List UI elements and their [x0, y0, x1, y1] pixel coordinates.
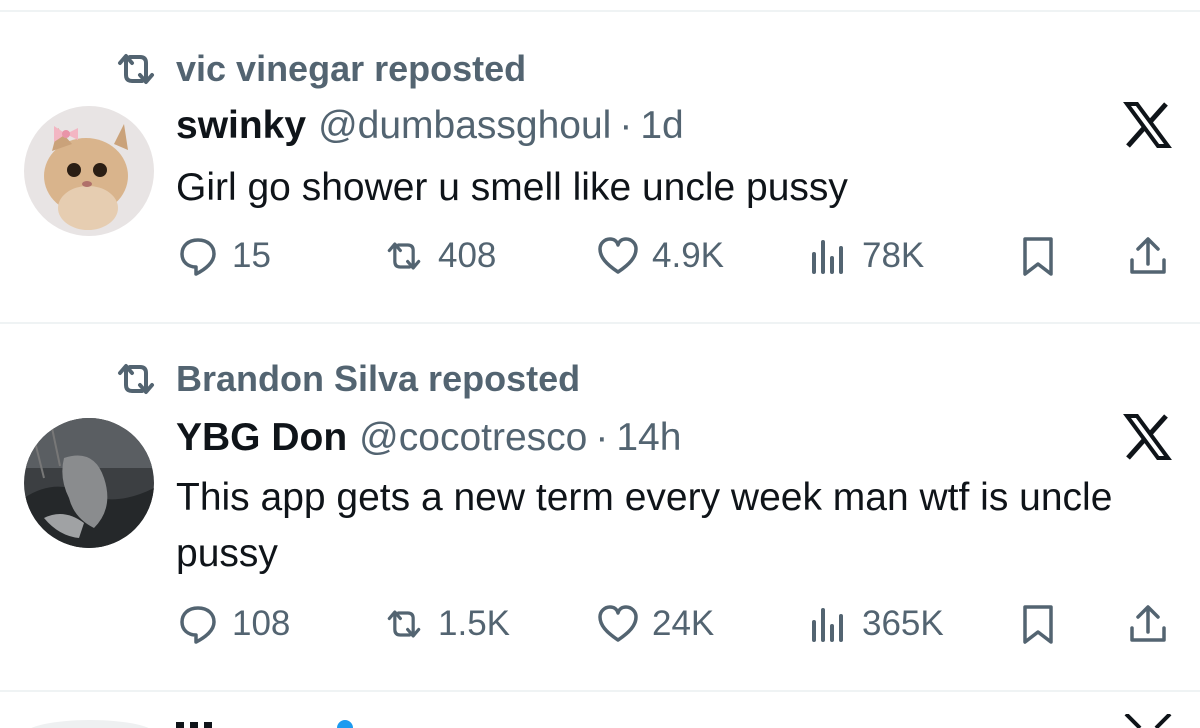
reply-icon [180, 606, 216, 644]
bookmark-button[interactable] [1016, 234, 1060, 278]
like-button[interactable]: 24K [596, 602, 714, 646]
share-icon [1130, 605, 1166, 642]
x-logo-icon[interactable] [1122, 412, 1172, 462]
views-icon [812, 608, 843, 642]
share-button[interactable] [1126, 234, 1170, 278]
views-icon [812, 240, 843, 274]
repost-icon [387, 610, 421, 638]
reply-button[interactable]: 15 [176, 234, 271, 278]
avatar[interactable] [24, 418, 154, 548]
repost-indicator[interactable]: vic vinegar reposted [112, 48, 526, 90]
views-button[interactable]: 365K [806, 602, 944, 646]
repost-button[interactable]: 408 [382, 234, 496, 278]
reply-button[interactable]: 108 [176, 602, 290, 646]
avatar[interactable] [24, 106, 154, 236]
bookmark-icon [1023, 237, 1053, 276]
repost-label: vic vinegar reposted [176, 48, 527, 89]
action-bar: 15 408 4.9K 78K [176, 234, 1176, 284]
author-name[interactable]: swinky [176, 104, 306, 148]
repost-icon [387, 242, 421, 270]
share-icon [1130, 237, 1166, 274]
share-button[interactable] [1126, 602, 1170, 646]
author-name[interactable]: YBG Don [176, 416, 347, 460]
like-count: 4.9K [652, 236, 724, 275]
views-count: 365K [862, 604, 944, 643]
top-divider [0, 10, 1200, 12]
author-handle[interactable]: @cocotresco [359, 416, 587, 460]
post-text: This app gets a new term every week man … [176, 476, 1113, 575]
x-logo-icon[interactable] [1122, 100, 1172, 150]
like-count: 24K [652, 604, 715, 643]
post-header: swinky @dumbassghoul · 1d [176, 104, 684, 148]
post-divider [0, 322, 1200, 324]
repost-icon [118, 364, 154, 394]
reply-icon [180, 238, 216, 276]
reply-count: 108 [232, 604, 291, 643]
views-button[interactable]: 78K [806, 234, 924, 278]
next-post-peek [0, 714, 1200, 728]
timestamp[interactable]: 1d [640, 104, 683, 148]
post-divider [0, 690, 1200, 692]
repost-button[interactable]: 1.5K [382, 602, 510, 646]
timestamp[interactable]: 14h [616, 416, 681, 460]
bookmark-icon [1023, 605, 1053, 644]
bookmark-button[interactable] [1016, 602, 1060, 646]
views-count: 78K [862, 236, 925, 275]
reply-count: 15 [232, 236, 271, 275]
separator: · [619, 104, 633, 147]
repost-count: 1.5K [438, 604, 510, 643]
post-header: YBG Don @cocotresco · 14h [176, 416, 681, 460]
like-icon [598, 605, 638, 642]
action-bar: 108 1.5K 24K 365K [176, 602, 1176, 652]
repost-icon [118, 54, 154, 84]
post-text: Girl go shower u smell like uncle pussy [176, 166, 848, 209]
like-icon [598, 237, 638, 274]
author-handle[interactable]: @dumbassghoul [318, 104, 611, 148]
repost-count: 408 [438, 236, 497, 275]
repost-label: Brandon Silva reposted [176, 358, 581, 399]
repost-indicator[interactable]: Brandon Silva reposted [112, 358, 580, 400]
separator: · [595, 416, 609, 459]
like-button[interactable]: 4.9K [596, 234, 724, 278]
